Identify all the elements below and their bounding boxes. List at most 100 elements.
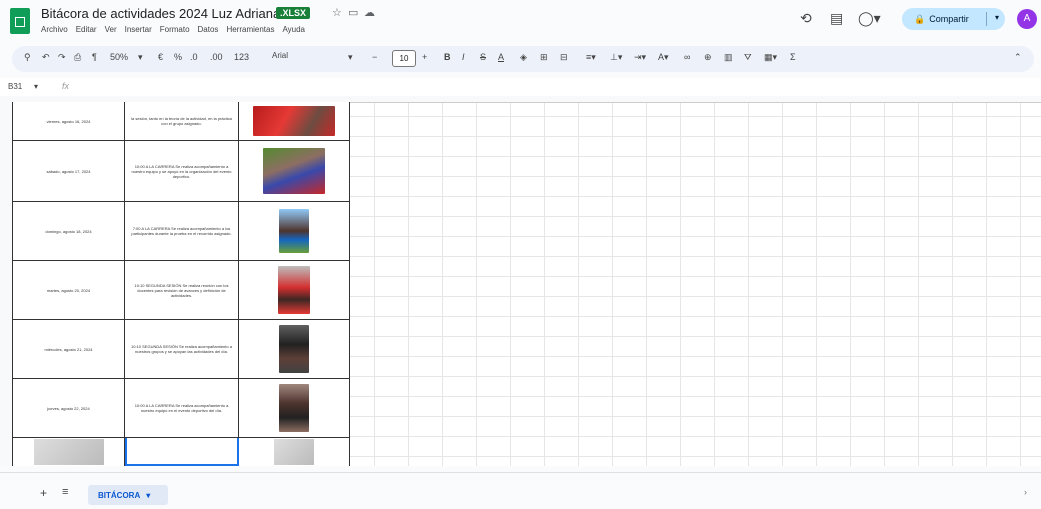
activity-cell[interactable]: 10:10 SEGUNDA SESIÓN Se realiza acompaña… (125, 320, 239, 378)
sheet-bar: + ≡ BITÁCORA ▾ › (0, 472, 1041, 509)
date-cell[interactable]: jueves, agosto 22, 2024 (12, 379, 125, 437)
table-row[interactable]: viernes, agosto 16, 2024 la sesión, tant… (12, 102, 350, 141)
zoom-select[interactable]: 50% (110, 52, 128, 62)
star-icon[interactable]: ☆ (332, 6, 342, 19)
redo-icon[interactable]: ↷ (58, 52, 66, 63)
font-size-input[interactable]: 10 (392, 50, 416, 67)
more-formats-icon[interactable]: 123 (234, 52, 249, 62)
increase-decimal-icon[interactable]: .00 (210, 52, 223, 62)
menu-herramientas[interactable]: Herramientas (226, 25, 274, 34)
filter-icon[interactable]: ⛛ (744, 52, 752, 63)
activity-cell[interactable]: la sesión, tanto en la teoría de la acti… (125, 102, 239, 140)
text-color-icon[interactable]: A (498, 52, 504, 62)
decrease-decimal-icon[interactable]: .0 (190, 52, 198, 62)
activity-cell[interactable]: 10:00 A LA CARRERA Se realiza acompañami… (125, 141, 239, 201)
menu-ayuda[interactable]: Ayuda (282, 25, 305, 34)
percent-icon[interactable]: % (174, 52, 182, 62)
all-sheets-icon[interactable]: ≡ (62, 486, 68, 498)
fill-color-icon[interactable]: ◈ (520, 52, 527, 63)
italic-icon[interactable]: I (462, 52, 465, 62)
font-select[interactable]: Arial (272, 51, 288, 65)
menu-archivo[interactable]: Archivo (41, 25, 68, 34)
signature-image (274, 439, 314, 465)
menu-datos[interactable]: Datos (198, 25, 219, 34)
insert-chart-icon[interactable]: ▥ (724, 52, 733, 63)
table-row[interactable] (12, 438, 350, 466)
strikethrough-icon[interactable]: S (480, 52, 486, 62)
insert-comment-icon[interactable]: ⊕ (704, 52, 712, 63)
table-row[interactable]: domingo, agosto 18, 2024 7:00 A LA CARRE… (12, 202, 350, 261)
date-cell[interactable]: martes, agosto 20, 2024 (12, 261, 125, 319)
menu-formato[interactable]: Formato (160, 25, 190, 34)
menu-insertar[interactable]: Insertar (125, 25, 152, 34)
add-sheet-icon[interactable]: + (40, 486, 47, 500)
text-wrap-icon[interactable]: ⇥▾ (634, 52, 646, 63)
merge-cells-icon[interactable]: ⊟ (560, 52, 568, 63)
activity-photo (278, 266, 310, 314)
currency-icon[interactable]: € (158, 52, 163, 62)
menu-editar[interactable]: Editar (76, 25, 97, 34)
activity-cell[interactable]: 10:00 A LA CARRERA Se realiza acompañami… (125, 379, 239, 437)
file-type-badge: .XLSX (276, 7, 311, 19)
sheet-tab-chevron-icon[interactable]: ▾ (146, 491, 150, 500)
bitacora-table: viernes, agosto 16, 2024 la sesión, tant… (12, 102, 350, 466)
share-button-label: Compartir (929, 14, 969, 24)
chevron-down-icon[interactable]: ▾ (995, 13, 999, 22)
activity-cell[interactable]: 10:10 SEGUNDA SESIÓN Se realiza reunión … (125, 261, 239, 319)
document-title[interactable]: Bitácora de actividades 2024 Luz Adriana (41, 6, 280, 21)
explore-chevron-icon[interactable]: › (1024, 487, 1027, 497)
avatar[interactable]: A (1017, 9, 1037, 29)
date-cell[interactable]: domingo, agosto 18, 2024 (12, 202, 125, 260)
table-row[interactable]: miércoles, agosto 21, 2024 10:10 SEGUNDA… (12, 320, 350, 379)
text-rotation-icon[interactable]: A▾ (658, 52, 669, 63)
align-vertical-icon[interactable]: ⊥▾ (610, 52, 622, 63)
date-cell[interactable]: miércoles, agosto 21, 2024 (12, 320, 125, 378)
formula-bar: B31 ▾ fx (0, 78, 1041, 97)
insert-link-icon[interactable]: ∞ (684, 52, 690, 62)
move-folder-icon[interactable]: ▭ (348, 6, 358, 19)
undo-icon[interactable]: ↶ (42, 52, 50, 63)
date-cell[interactable]: viernes, agosto 16, 2024 (12, 102, 125, 140)
sheet-tab-bitacora[interactable]: BITÁCORA ▾ (88, 485, 168, 505)
activity-cell[interactable]: 7:00 A LA CARRERA Se realiza acompañamie… (125, 202, 239, 260)
increase-font-icon[interactable]: + (422, 52, 427, 62)
signature-cell[interactable] (239, 438, 350, 466)
table-row[interactable]: martes, agosto 20, 2024 10:10 SEGUNDA SE… (12, 261, 350, 320)
font-chevron-icon[interactable]: ▾ (348, 52, 353, 63)
share-button[interactable]: 🔒 Compartir ▾ (902, 8, 1005, 30)
filter-views-icon[interactable]: ▦▾ (764, 52, 777, 63)
activity-photo (279, 384, 309, 432)
photo-cell[interactable] (239, 379, 350, 437)
cloud-status-icon[interactable]: ☁ (364, 6, 375, 19)
collapse-toolbar-chevron-icon[interactable]: ⌃ (1014, 52, 1022, 63)
selected-cell[interactable] (125, 438, 239, 466)
bold-icon[interactable]: B (444, 52, 451, 62)
zoom-chevron-icon[interactable]: ▾ (138, 52, 143, 63)
borders-icon[interactable]: ⊞ (540, 52, 548, 63)
photo-cell[interactable] (239, 202, 350, 260)
print-icon[interactable]: ⎙ (74, 52, 81, 63)
signature-cell[interactable] (12, 438, 125, 466)
fx-icon: fx (62, 81, 70, 91)
share-divider (986, 12, 987, 26)
photo-cell[interactable] (239, 141, 350, 201)
paint-format-icon[interactable]: ¶ (92, 52, 97, 62)
photo-cell[interactable] (239, 320, 350, 378)
photo-cell[interactable] (239, 261, 350, 319)
meet-icon[interactable]: ◯▾ (858, 10, 881, 27)
date-cell[interactable]: sábado, agosto 17, 2024 (12, 141, 125, 201)
functions-icon[interactable]: Σ (790, 52, 796, 62)
search-menus-icon[interactable]: ⚲ (24, 52, 31, 63)
name-box[interactable]: B31 (8, 82, 22, 91)
table-row[interactable]: jueves, agosto 22, 2024 10:00 A LA CARRE… (12, 379, 350, 438)
align-horizontal-icon[interactable]: ≡▾ (586, 52, 596, 63)
comments-icon[interactable]: ▤ (830, 10, 843, 27)
menu-ver[interactable]: Ver (105, 25, 117, 34)
history-icon[interactable]: ⟲ (800, 10, 812, 27)
photo-cell[interactable] (239, 102, 350, 140)
decrease-font-icon[interactable]: − (372, 52, 377, 62)
table-row[interactable]: sábado, agosto 17, 2024 10:00 A LA CARRE… (12, 141, 350, 202)
sheets-logo-icon[interactable] (10, 8, 30, 34)
top-bar: Bitácora de actividades 2024 Luz Adriana… (0, 0, 1041, 40)
name-box-chevron-icon[interactable]: ▾ (34, 82, 38, 91)
